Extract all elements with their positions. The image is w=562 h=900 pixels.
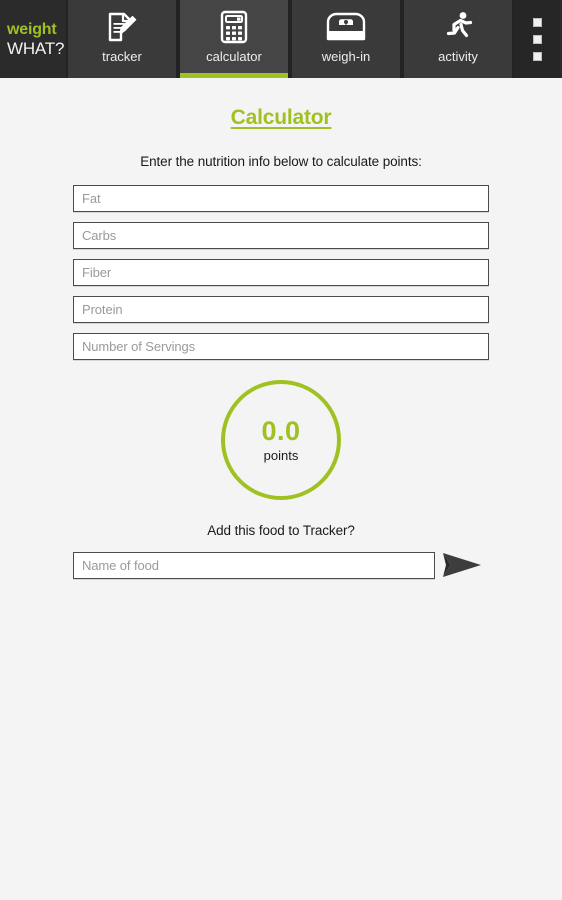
food-name-input[interactable]: Name of food: [73, 551, 435, 579]
servings-input[interactable]: Number of Servings: [73, 333, 489, 360]
tab-tracker[interactable]: tracker: [66, 0, 178, 78]
tab-activity[interactable]: activity: [402, 0, 514, 78]
brand-line-2: WHAT?: [7, 38, 65, 58]
scale-icon: [325, 7, 367, 47]
protein-input[interactable]: Protein: [73, 296, 489, 323]
overflow-menu-icon[interactable]: [514, 0, 560, 78]
calculator-icon: [218, 7, 250, 47]
carbs-input[interactable]: Carbs: [73, 222, 489, 249]
top-navigation-bar: weight WHAT? tracker calculator weigh-in…: [0, 0, 562, 78]
brand-line-1: weight: [7, 20, 57, 38]
page-title: Calculator: [230, 106, 332, 129]
nutrition-fields: Fat Carbs Fiber Protein Number of Servin…: [73, 185, 489, 360]
running-person-icon: [441, 7, 475, 47]
active-tab-indicator: [180, 73, 288, 78]
fiber-input[interactable]: Fiber: [73, 259, 489, 286]
servings-input-placeholder: Number of Servings: [82, 339, 196, 354]
overflow-dot: [532, 34, 542, 44]
fat-input-placeholder: Fat: [82, 191, 101, 206]
carbs-input-placeholder: Carbs: [82, 228, 117, 243]
fat-input[interactable]: Fat: [73, 185, 489, 212]
protein-input-placeholder: Protein: [82, 302, 123, 317]
points-label: points: [263, 447, 299, 463]
fiber-input-placeholder: Fiber: [82, 265, 112, 280]
points-value: 0.0: [261, 415, 301, 446]
points-result-wrap: 0.0 points: [0, 380, 562, 500]
tab-weigh-in[interactable]: weigh-in: [290, 0, 402, 78]
food-name-placeholder: Name of food: [82, 557, 159, 573]
overflow-dot: [532, 17, 542, 27]
calculator-page: Calculator Enter the nutrition info belo…: [0, 78, 562, 900]
page-subtitle: Enter the nutrition info below to calcul…: [140, 154, 422, 169]
add-to-tracker-prompt: Add this food to Tracker?: [207, 523, 355, 538]
overflow-dot: [532, 51, 542, 61]
tab-calculator-label: calculator: [206, 49, 262, 64]
add-to-tracker-row: Name of food: [73, 548, 489, 582]
points-result-circle: 0.0 points: [221, 380, 341, 500]
notepad-pencil-icon: [105, 7, 139, 47]
send-arrow-icon[interactable]: [435, 548, 489, 582]
tab-weigh-in-label: weigh-in: [321, 49, 371, 64]
tab-calculator[interactable]: calculator: [178, 0, 290, 78]
app-logo: weight WHAT?: [0, 0, 66, 78]
tab-activity-label: activity: [438, 49, 478, 64]
tab-tracker-label: tracker: [102, 49, 142, 64]
